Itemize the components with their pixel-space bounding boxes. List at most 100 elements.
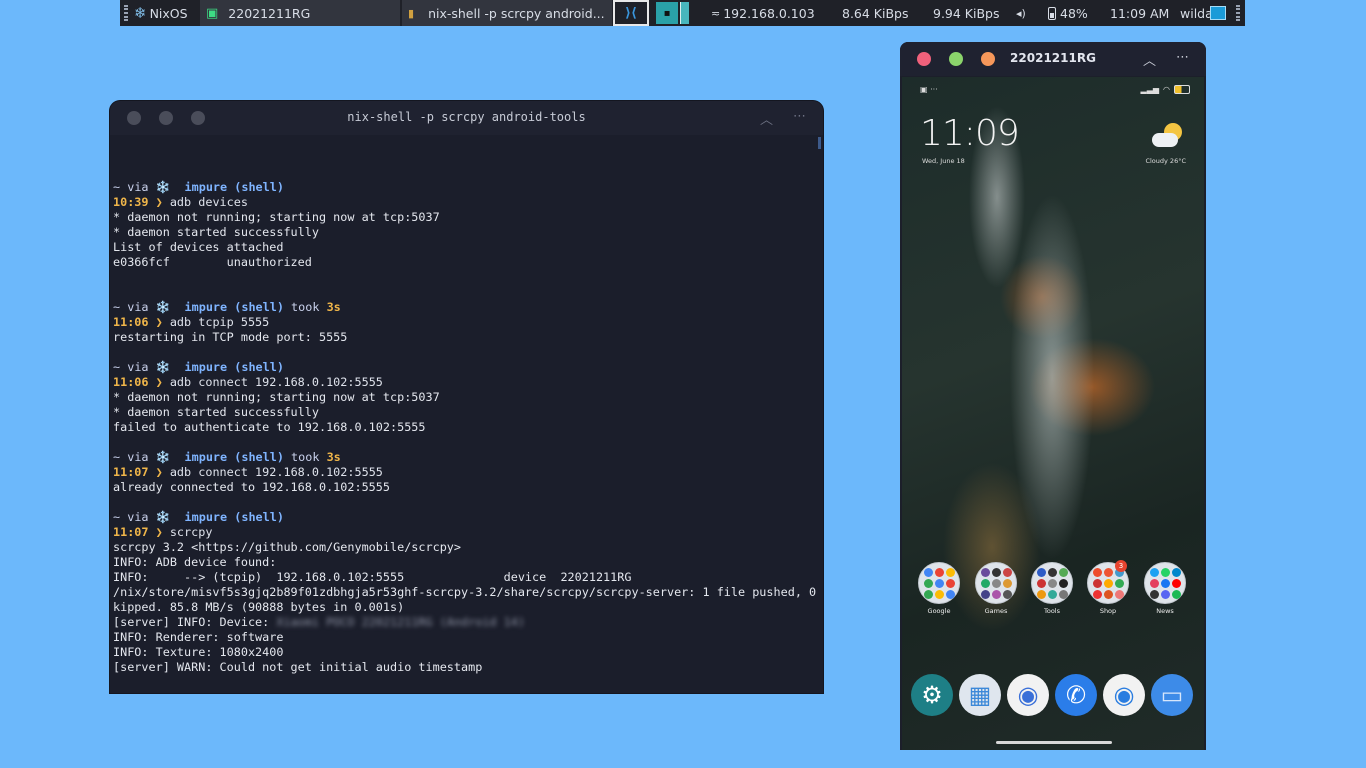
mini-app-icon — [1036, 589, 1046, 599]
mini-app-icon — [1149, 578, 1159, 588]
network-ip: ≂ 192.168.0.103 — [711, 0, 815, 26]
output-text: INFO: Texture: 1080x2400 — [113, 645, 284, 659]
gesture-nav-bar[interactable] — [996, 741, 1112, 744]
scrollbar-thumb[interactable] — [818, 137, 821, 149]
mini-app-icon — [1047, 578, 1057, 588]
app-folder-google[interactable]: Google — [918, 562, 960, 615]
terminal-window[interactable]: nix-shell -p scrcpy android-tools ︿ ⋯ ~ … — [110, 101, 823, 693]
phone-screen[interactable]: ▣ ··· ▂▃▅ ◠ 11:09 Wed, June 18 Cloudy 26… — [902, 77, 1204, 750]
scrcpy-title: 22021211RG — [1010, 51, 1096, 65]
terminal-line: ~ via ❄️ impure (shell) took 3s — [113, 300, 823, 315]
more-icon[interactable]: ⋯ — [1176, 50, 1189, 65]
mini-app-icon — [1171, 589, 1181, 599]
mini-app-icon — [1092, 567, 1102, 577]
terminal-line: * daemon not running; starting now at tc… — [113, 210, 823, 225]
android-icon: ▣ — [206, 5, 219, 21]
terminal-line: /nix/store/misvf5s3gjq2b89f01zdbhgja5r53… — [113, 585, 823, 600]
folder-label: News — [1156, 607, 1174, 615]
terminal-output[interactable]: ~ via ❄️ impure (shell) 10:39 ❯ adb devic… — [113, 165, 823, 675]
app-folder-games[interactable]: Games — [975, 562, 1017, 615]
mini-app-icon — [1149, 589, 1159, 599]
net-down-speed: 8.64 KiBps — [842, 5, 909, 21]
mini-app-icon — [1149, 567, 1159, 577]
mini-app-icon — [1160, 578, 1170, 588]
app-folder-news[interactable]: News — [1144, 562, 1186, 615]
terminal-app-icon: ▮ — [408, 6, 415, 20]
prompt-via: via — [120, 180, 156, 194]
volume-icon[interactable]: ◂) — [1016, 0, 1026, 26]
vscode-icon: ⟩⟨ — [625, 5, 637, 21]
mini-app-icon — [1103, 589, 1113, 599]
nixos-snowflake-icon: ❄ — [134, 4, 147, 22]
phone-app-icon[interactable]: ✆ — [1055, 674, 1097, 716]
workspace-1-thumb[interactable]: ▪ — [656, 2, 678, 24]
terminal-line: 11:07 ❯ scrcpy — [113, 525, 823, 540]
battery-icon — [1174, 85, 1190, 94]
prompt-nix-shell: ❄️ impure (shell) — [155, 180, 284, 194]
app-folder-shop[interactable]: 3 Shop — [1087, 560, 1129, 615]
terminal-line: * daemon started successfully — [113, 405, 823, 420]
command-text: adb connect 192.168.0.102:5555 — [169, 375, 383, 389]
mini-app-icon — [934, 589, 944, 599]
top-panel: ❄ NixOS ▣ 22021211RG ▮ nix-shell -p scrc… — [120, 0, 1245, 26]
app-folder-tools[interactable]: Tools — [1031, 562, 1073, 615]
tray-app-icon[interactable] — [1210, 0, 1226, 26]
lock-date: Wed, June 18 — [922, 157, 965, 165]
terminal-line: e0366fcf unauthorized — [113, 255, 823, 270]
terminal-line: * daemon not running; starting now at tc… — [113, 390, 823, 405]
task-terminal-window[interactable]: ▮ nix-shell -p scrcpy android... — [402, 0, 612, 26]
mini-app-icon — [980, 578, 990, 588]
mini-app-icon — [1036, 578, 1046, 588]
chevron-up-icon[interactable]: ︿ — [760, 109, 773, 128]
prompt-via: via — [120, 300, 156, 314]
mini-app-icon — [1160, 567, 1170, 577]
output-text: * daemon started successfully — [113, 225, 319, 239]
folder-label: Google — [927, 607, 951, 615]
chrome-app-icon[interactable]: ◉ — [1103, 674, 1145, 716]
folder-icon — [918, 562, 960, 604]
prompt-via: via — [120, 450, 156, 464]
scrcpy-titlebar[interactable]: 22021211RG ︿ ⋯ — [900, 42, 1206, 76]
settings-app-icon[interactable]: ⚙ — [911, 674, 953, 716]
chevron-up-icon[interactable]: ︿ — [1143, 50, 1156, 69]
prompt-nix-shell: ❄️ impure (shell) — [155, 450, 284, 464]
mini-app-icon — [1103, 567, 1113, 577]
mini-app-icon — [1092, 578, 1102, 588]
terminal-line: ~ via ❄️ impure (shell) — [113, 180, 823, 195]
nixos-launcher[interactable]: ❄ NixOS — [134, 0, 188, 26]
task-scrcpy-window[interactable]: ▣ 22021211RG — [200, 0, 400, 26]
more-icon[interactable]: ⋯ — [793, 109, 806, 124]
command-text: adb devices — [169, 195, 248, 209]
files-app-icon[interactable]: ▭ — [1151, 674, 1193, 716]
vscode-launcher[interactable]: ⟩⟨ — [613, 0, 649, 26]
battery-indicator: 48% — [1048, 0, 1088, 26]
mini-app-icon — [1171, 578, 1181, 588]
prompt-via: via — [120, 360, 156, 374]
launcher-label: NixOS — [149, 5, 188, 21]
mini-app-icon — [1058, 567, 1068, 577]
output-text: INFO: --> (tcpip) 192.168.0.102:5555 dev… — [113, 570, 632, 584]
prompt-arrow: ❯ — [148, 465, 170, 479]
output-text: List of devices attached — [113, 240, 284, 254]
scrcpy-window[interactable]: 22021211RG ︿ ⋯ ▣ ··· ▂▃▅ ◠ 11:09 Wed, Ju… — [900, 42, 1206, 750]
net-up-speed: 9.94 KiBps — [933, 5, 1000, 21]
panel-grip-right — [1236, 0, 1240, 26]
mini-app-icon — [980, 589, 990, 599]
mini-app-icon — [1058, 589, 1068, 599]
clock: 11:09 AM — [1110, 5, 1170, 21]
status-icons: ▂▃▅ ◠ — [1141, 85, 1190, 94]
terminal-line: [server] WARN: Could not get initial aud… — [113, 660, 823, 675]
workspace-switcher[interactable]: ▪ — [656, 0, 689, 26]
output-text: e0366fcf unauthorized — [113, 255, 312, 269]
workspace-2-thumb[interactable] — [680, 2, 689, 24]
redacted-device-info: Xiaomi POCO 22021211RG (Android 14) — [276, 615, 525, 629]
gallery-app-icon[interactable]: ▦ — [959, 674, 1001, 716]
browser-app-icon[interactable]: ◉ — [1007, 674, 1049, 716]
terminal-line: INFO: Texture: 1080x2400 — [113, 645, 823, 660]
terminal-titlebar[interactable]: nix-shell -p scrcpy android-tools ︿ ⋯ — [110, 101, 823, 135]
prompt-nix-shell: ❄️ impure (shell) — [155, 360, 284, 374]
